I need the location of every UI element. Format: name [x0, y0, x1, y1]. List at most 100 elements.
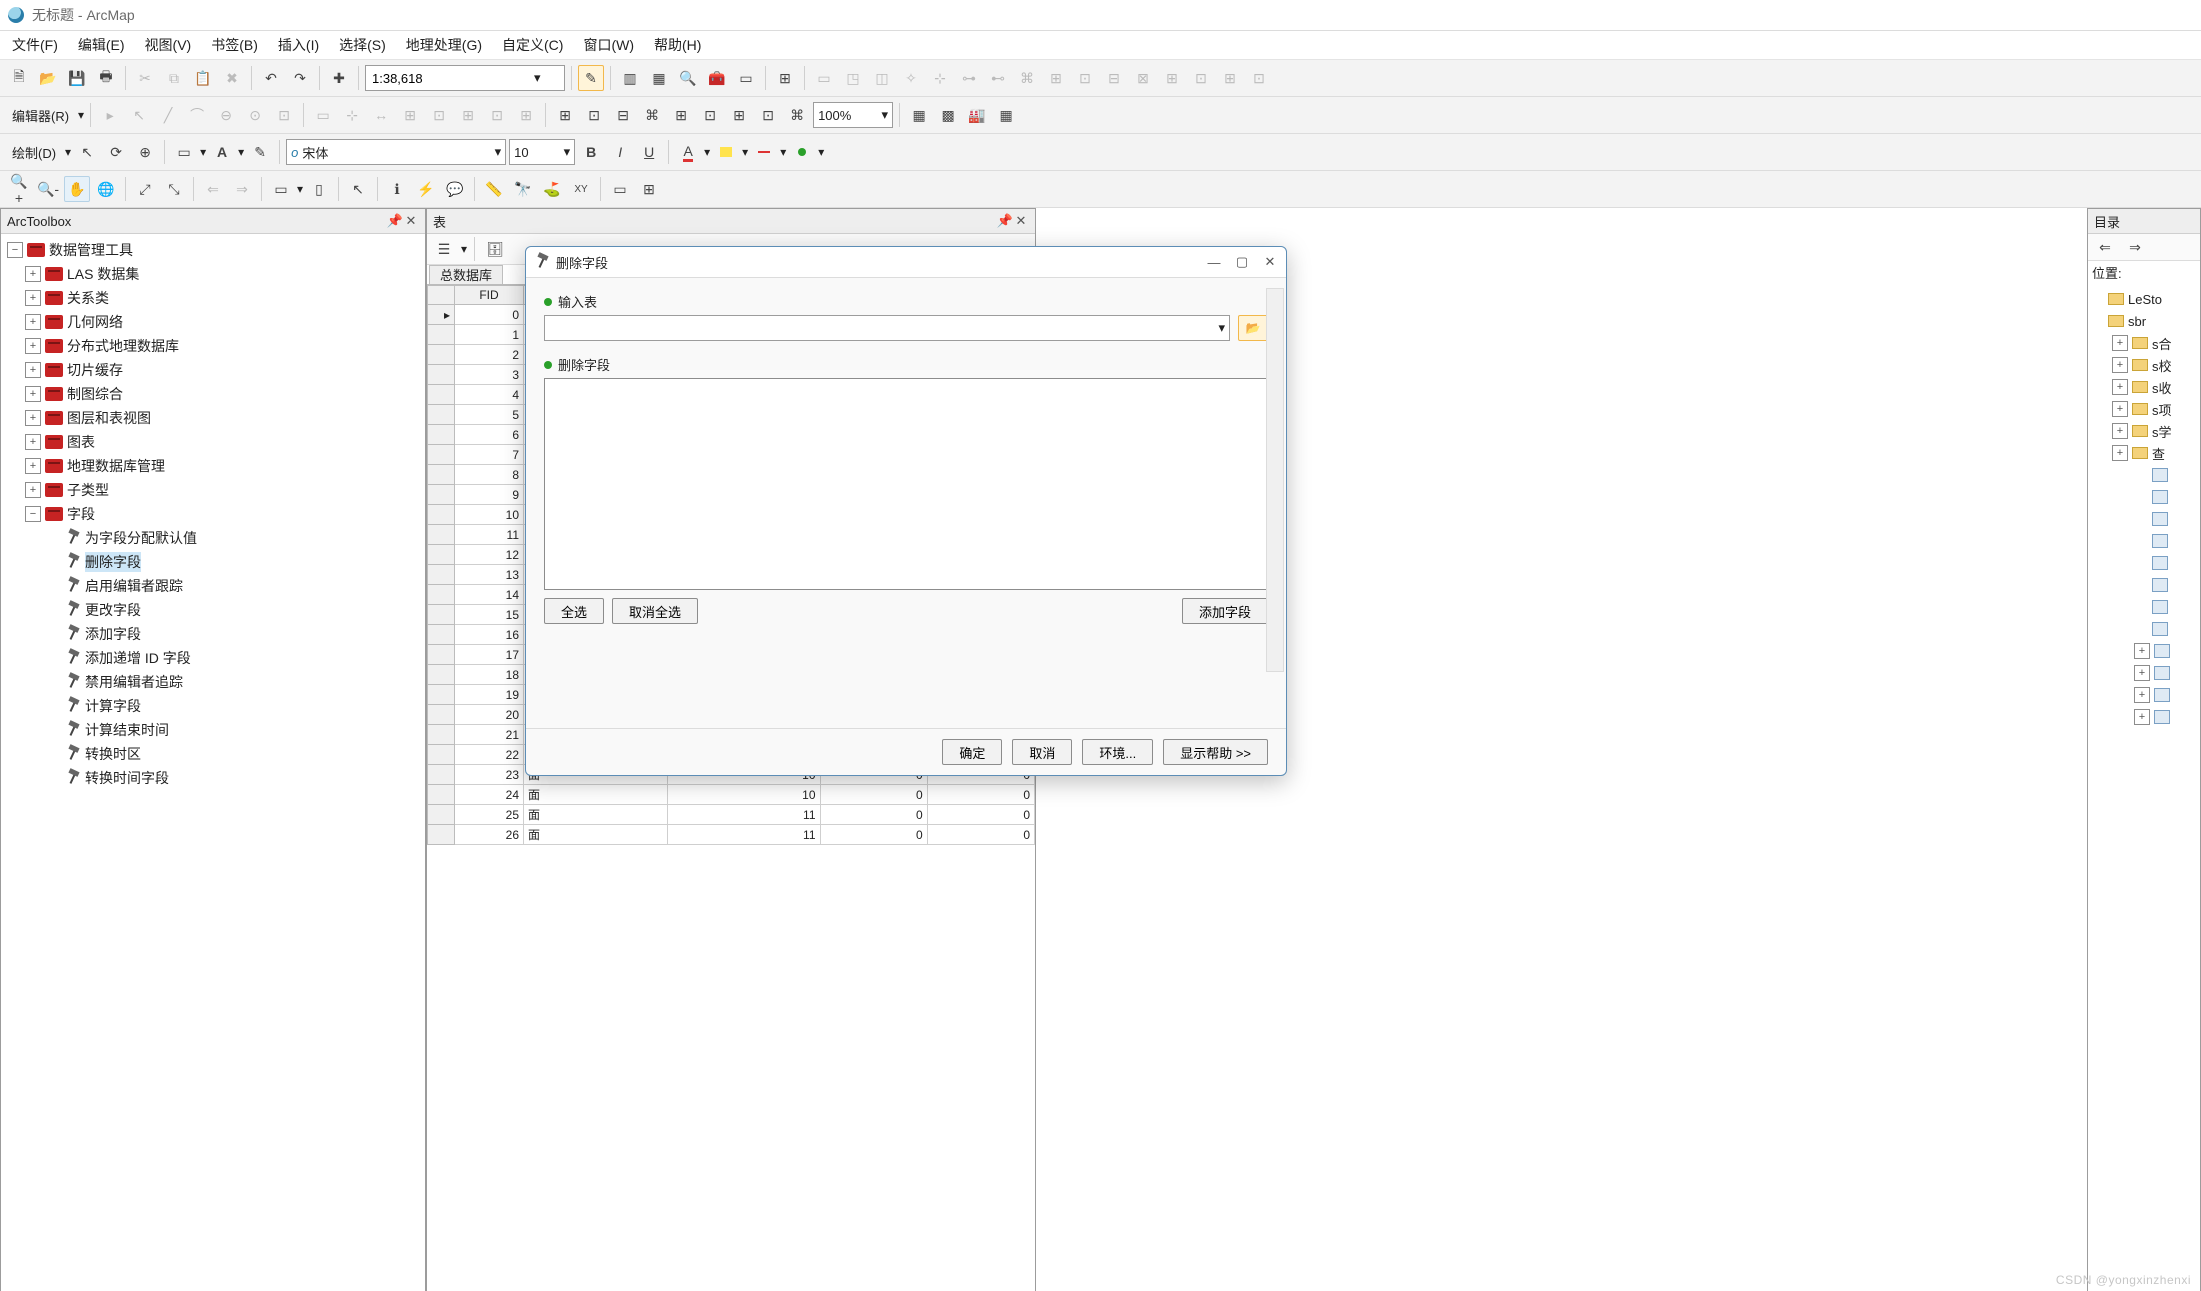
- table-row[interactable]: 26面1100: [428, 825, 1035, 845]
- cut-icon[interactable]: ✂: [132, 65, 158, 91]
- prev-extent-icon[interactable]: ⇐: [200, 176, 226, 202]
- edit-tool-icon[interactable]: ⊡: [484, 102, 510, 128]
- copy-icon[interactable]: ⧉: [161, 65, 187, 91]
- tb-icon[interactable]: ✧: [898, 65, 924, 91]
- browse-icon[interactable]: 📂: [1238, 315, 1268, 341]
- paste-icon[interactable]: 📋: [190, 65, 216, 91]
- fields-listbox[interactable]: [544, 378, 1268, 590]
- expander-icon[interactable]: [2134, 578, 2148, 592]
- georef-icon[interactable]: ⊡: [697, 102, 723, 128]
- italic-icon[interactable]: I: [607, 139, 633, 165]
- catalog-item[interactable]: [2090, 596, 2198, 618]
- tree-node[interactable]: + 关系类: [3, 286, 423, 310]
- tree-node[interactable]: + 图表: [3, 430, 423, 454]
- clear-selection-icon[interactable]: ▯: [306, 176, 332, 202]
- edit-tool-icon[interactable]: ▭: [310, 102, 336, 128]
- catalog-item[interactable]: [2090, 618, 2198, 640]
- catalog-item[interactable]: + s项: [2090, 398, 2198, 420]
- georef-icon[interactable]: ⊟: [610, 102, 636, 128]
- expander-icon[interactable]: +: [2112, 335, 2128, 351]
- tree-node[interactable]: 添加字段: [3, 622, 423, 646]
- catalog-item[interactable]: [2090, 464, 2198, 486]
- georef-icon[interactable]: ⊞: [726, 102, 752, 128]
- tb-icon[interactable]: ⊷: [985, 65, 1011, 91]
- expander-icon[interactable]: +: [2134, 643, 2150, 659]
- chevron-down-icon[interactable]: ▾: [1218, 320, 1225, 336]
- map-scale-input[interactable]: [370, 70, 534, 87]
- chevron-down-icon[interactable]: ▾: [65, 145, 71, 159]
- maximize-icon[interactable]: ▢: [1234, 254, 1250, 270]
- edit-tool-icon[interactable]: ↖: [126, 102, 152, 128]
- expander-icon[interactable]: +: [25, 458, 41, 474]
- deselect-all-button[interactable]: 取消全选: [612, 598, 698, 624]
- expander-icon[interactable]: [47, 675, 61, 689]
- tree-node[interactable]: + 切片缓存: [3, 358, 423, 382]
- menu-customize[interactable]: 自定义(C): [502, 35, 563, 55]
- menu-help[interactable]: 帮助(H): [654, 35, 701, 55]
- zoom-element-icon[interactable]: ⊕: [132, 139, 158, 165]
- tb-icon[interactable]: ◳: [840, 65, 866, 91]
- line-color-icon[interactable]: [751, 139, 777, 165]
- tree-node[interactable]: + 几何网络: [3, 310, 423, 334]
- arctoolbox-tree[interactable]: − 数据管理工具 + LAS 数据集 + 关系类 + 几何网络 + 分布式地理数…: [1, 234, 425, 794]
- tree-node[interactable]: 删除字段: [3, 550, 423, 574]
- expander-icon[interactable]: +: [2134, 687, 2150, 703]
- close-icon[interactable]: ✕: [403, 213, 419, 229]
- redo-icon[interactable]: ↷: [287, 65, 313, 91]
- expander-icon[interactable]: [47, 627, 61, 641]
- tree-node[interactable]: 为字段分配默认值: [3, 526, 423, 550]
- table-row[interactable]: 25面1100: [428, 805, 1035, 825]
- expander-icon[interactable]: [2134, 622, 2148, 636]
- tree-node[interactable]: + 子类型: [3, 478, 423, 502]
- bold-icon[interactable]: B: [578, 139, 604, 165]
- font-size-combo[interactable]: 10 ▾: [509, 139, 575, 165]
- tree-node[interactable]: + 图层和表视图: [3, 406, 423, 430]
- expander-icon[interactable]: −: [25, 506, 41, 522]
- expander-icon[interactable]: [2134, 490, 2148, 504]
- expander-icon[interactable]: [47, 747, 61, 761]
- hyperlink-icon[interactable]: ⚡: [413, 176, 439, 202]
- menu-selection[interactable]: 选择(S): [339, 35, 386, 55]
- column-header[interactable]: FID: [455, 286, 524, 305]
- expander-icon[interactable]: [2134, 512, 2148, 526]
- menu-file[interactable]: 文件(F): [12, 35, 58, 55]
- edit-tool-icon[interactable]: ▸: [97, 102, 123, 128]
- text-icon[interactable]: A: [209, 139, 235, 165]
- catalog-item[interactable]: [2090, 530, 2198, 552]
- tb-icon[interactable]: ⊞: [1043, 65, 1069, 91]
- rectangle-icon[interactable]: ▭: [171, 139, 197, 165]
- pan-icon[interactable]: ✋: [64, 176, 90, 202]
- fixed-zoom-in-icon[interactable]: ⤢: [132, 176, 158, 202]
- georef-icon[interactable]: ⊞: [552, 102, 578, 128]
- select-element-icon[interactable]: ↖: [74, 139, 100, 165]
- chevron-down-icon[interactable]: ▾: [534, 70, 541, 86]
- tb-icon[interactable]: ⊡: [1072, 65, 1098, 91]
- expander-icon[interactable]: +: [2112, 401, 2128, 417]
- catalog-item[interactable]: [2090, 508, 2198, 530]
- add-field-button[interactable]: 添加字段: [1182, 598, 1268, 624]
- chevron-down-icon[interactable]: ▾: [780, 145, 786, 159]
- time-slider-icon[interactable]: ▭: [607, 176, 633, 202]
- related-tables-icon[interactable]: 🗄: [482, 236, 508, 262]
- edit-tool-icon[interactable]: ╱: [155, 102, 181, 128]
- tb-icon[interactable]: ◫: [869, 65, 895, 91]
- undo-icon[interactable]: ↶: [258, 65, 284, 91]
- tree-node[interactable]: + 分布式地理数据库: [3, 334, 423, 358]
- full-extent-icon[interactable]: 🌐: [93, 176, 119, 202]
- edit-tool-icon[interactable]: ⌒: [184, 102, 210, 128]
- tree-node[interactable]: 更改字段: [3, 598, 423, 622]
- catalog-item[interactable]: + s学: [2090, 420, 2198, 442]
- tree-node[interactable]: 禁用编辑者追踪: [3, 670, 423, 694]
- expander-icon[interactable]: +: [25, 314, 41, 330]
- font-color-icon[interactable]: A: [675, 139, 701, 165]
- raster-icon[interactable]: ▩: [935, 102, 961, 128]
- tb-icon[interactable]: ▭: [811, 65, 837, 91]
- fill-color-icon[interactable]: [713, 139, 739, 165]
- editor-label[interactable]: 编辑器(R): [6, 106, 75, 125]
- tree-node[interactable]: 转换时区: [3, 742, 423, 766]
- expander-icon[interactable]: [47, 579, 61, 593]
- pin-icon[interactable]: 📌: [387, 213, 403, 229]
- expander-icon[interactable]: [47, 603, 61, 617]
- catalog-item[interactable]: + 查: [2090, 442, 2198, 464]
- goto-xy-icon[interactable]: XY: [568, 176, 594, 202]
